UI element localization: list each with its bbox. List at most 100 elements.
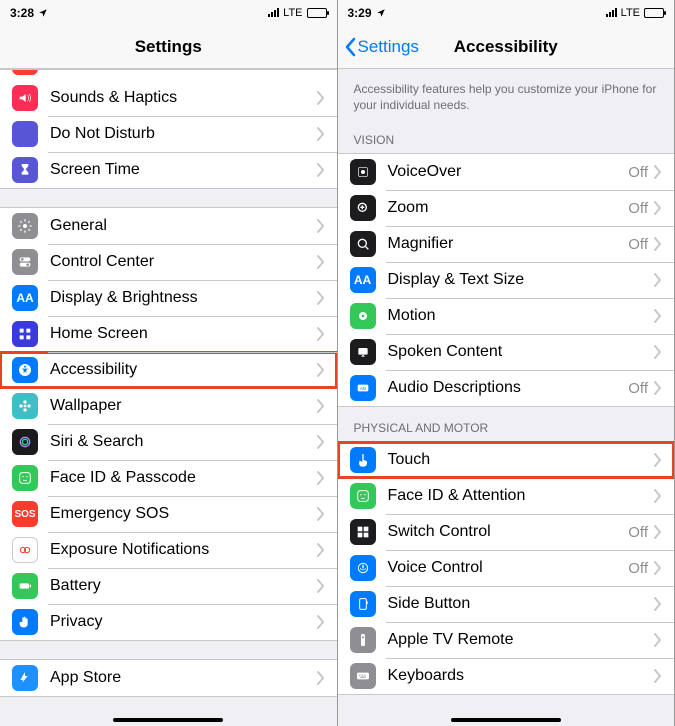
chevron-left-icon [344,37,356,57]
row-screentime[interactable]: Screen Time [0,152,337,188]
row-text-size[interactable]: AA Display & Text Size [338,262,675,298]
settings-list[interactable]: Sounds & Haptics Do Not Disturb Screen T… [0,69,337,726]
row-privacy[interactable]: Privacy [0,604,337,640]
sound-icon [12,85,38,111]
row-control-center[interactable]: Control Center [0,244,337,280]
motion-icon [350,303,376,329]
chevron-right-icon [317,671,325,685]
chevron-right-icon [317,435,325,449]
row-label: Home Screen [50,325,317,343]
navbar: Settings Accessibility [338,25,675,69]
chevron-right-icon [654,561,662,575]
chevron-right-icon [654,165,662,179]
accessibility-screen: 3:29 LTE Settings Accessibility Accessib… [338,0,675,726]
row-label: Audio Descriptions [388,379,629,397]
row-label: Control Center [50,253,317,271]
row-dnd[interactable]: Do Not Disturb [0,116,337,152]
chevron-right-icon [317,219,325,233]
row-label: Do Not Disturb [50,125,317,143]
gear-icon [12,213,38,239]
row-exposure[interactable]: Exposure Notifications [0,532,337,568]
row-sounds[interactable]: Sounds & Haptics [0,80,337,116]
row-keyboards[interactable]: Keyboards [338,658,675,694]
battery-icon [644,8,664,18]
network-label: LTE [283,7,302,19]
chevron-right-icon [654,453,662,467]
location-icon [376,8,386,18]
aa-icon: AA [12,285,38,311]
section-description: Accessibility features help you customiz… [338,69,675,119]
navbar-title: Accessibility [454,37,558,57]
chevron-right-icon [317,543,325,557]
accessibility-list[interactable]: Accessibility features help you customiz… [338,69,675,726]
home-indicator[interactable] [113,718,223,722]
row-label: Screen Time [50,161,317,179]
row-display[interactable]: AA Display & Brightness [0,280,337,316]
row-label: Face ID & Attention [388,487,655,505]
row-notifications-clip[interactable] [0,70,337,80]
row-label: Exposure Notifications [50,541,317,559]
row-label: Display & Brightness [50,289,317,307]
chevron-right-icon [317,615,325,629]
keyboard-icon [350,663,376,689]
row-sos[interactable]: SOS Emergency SOS [0,496,337,532]
access-icon [12,357,38,383]
row-label: Face ID & Passcode [50,469,317,487]
row-label: Spoken Content [388,343,655,361]
chevron-right-icon [317,127,325,141]
switchctrl-icon [350,519,376,545]
row-label: Keyboards [388,667,655,685]
row-detail: Off [628,164,648,181]
row-switch-ctrl[interactable]: Switch Control Off [338,514,675,550]
row-general[interactable]: General [0,208,337,244]
settings-screen: 3:28 LTE Settings Sounds & Haptics Do No… [0,0,338,726]
chevron-right-icon [654,597,662,611]
row-wallpaper[interactable]: Wallpaper [0,388,337,424]
row-voice-ctrl[interactable]: Voice Control Off [338,550,675,586]
audiodesc-icon: AD [350,375,376,401]
row-label: Display & Text Size [388,271,655,289]
row-face-attn[interactable]: Face ID & Attention [338,478,675,514]
sos-icon: SOS [12,501,38,527]
row-label: Motion [388,307,655,325]
chevron-right-icon [654,489,662,503]
row-voiceover[interactable]: VoiceOver Off [338,154,675,190]
row-motion[interactable]: Motion [338,298,675,334]
zoom-icon [350,195,376,221]
row-side-button[interactable]: Side Button [338,586,675,622]
signal-icon [268,8,279,17]
signal-icon [606,8,617,17]
row-home-screen[interactable]: Home Screen [0,316,337,352]
hourglass-icon [12,157,38,183]
row-battery[interactable]: Battery [0,568,337,604]
row-label: Siri & Search [50,433,317,451]
row-siri[interactable]: Siri & Search [0,424,337,460]
touch-icon [350,447,376,473]
navbar: Settings [0,25,337,69]
status-bar: 3:28 LTE [0,0,337,25]
row-touch[interactable]: Touch [338,442,675,478]
row-app-store[interactable]: App Store [0,660,337,696]
row-label: Privacy [50,613,317,631]
row-accessibility[interactable]: Accessibility [0,352,337,388]
row-label: VoiceOver [388,163,629,181]
row-label: Voice Control [388,559,629,577]
row-label: Battery [50,577,317,595]
row-faceid[interactable]: Face ID & Passcode [0,460,337,496]
status-time: 3:28 [10,6,34,20]
row-detail: Off [628,200,648,217]
row-tv-remote[interactable]: Apple TV Remote [338,622,675,658]
row-spoken[interactable]: Spoken Content [338,334,675,370]
battery-icon [307,8,327,18]
row-audio-desc[interactable]: AD Audio Descriptions Off [338,370,675,406]
row-magnifier[interactable]: Magnifier Off [338,226,675,262]
row-detail: Off [628,380,648,397]
moon-icon [12,121,38,147]
tvremote-icon [350,627,376,653]
switch-icon [12,249,38,275]
back-button[interactable]: Settings [344,37,419,57]
row-zoom[interactable]: Zoom Off [338,190,675,226]
row-detail: Off [628,560,648,577]
siri-icon [12,429,38,455]
home-indicator[interactable] [451,718,561,722]
